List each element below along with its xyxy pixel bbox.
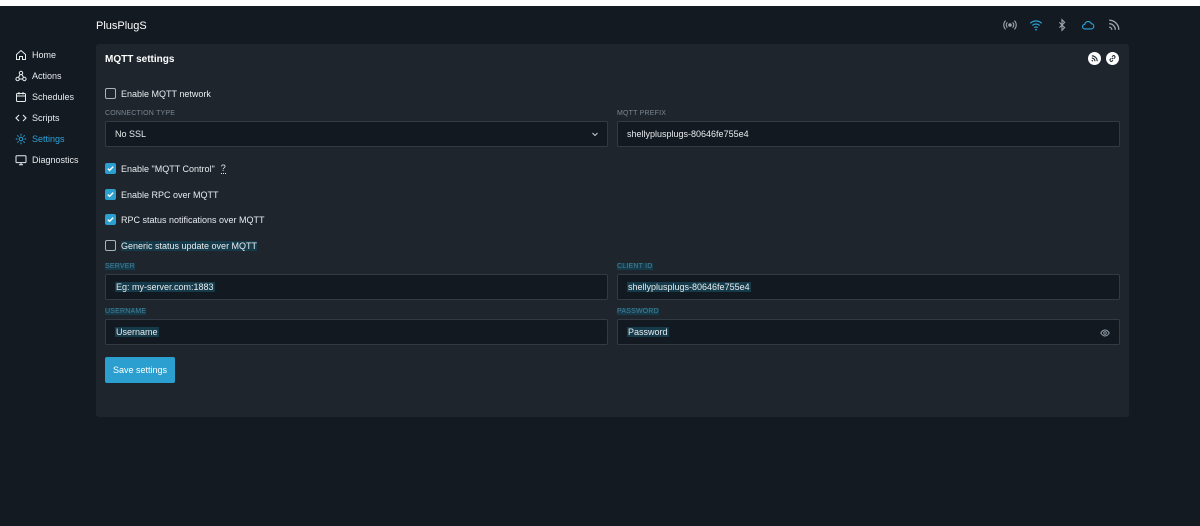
mqtt-link-button[interactable] xyxy=(1106,52,1119,65)
check-icon xyxy=(107,166,114,172)
sidebar-item-label: Schedules xyxy=(32,91,75,102)
connection-type-value: No SSL xyxy=(115,129,147,139)
client-id-value: shellyplusplugs-80646fe755e4 xyxy=(627,282,751,292)
sidebar-item-label: Actions xyxy=(32,70,62,81)
generic-status-label: Generic status update over MQTT xyxy=(121,240,258,251)
actions-icon xyxy=(14,69,27,82)
mqtt-control-help[interactable]: ? xyxy=(220,163,226,174)
username-placeholder: Username xyxy=(115,327,159,337)
chevron-down-icon xyxy=(592,132,598,137)
eye-icon[interactable] xyxy=(1100,328,1110,338)
check-icon xyxy=(107,217,114,223)
rss-icon xyxy=(1091,55,1098,62)
enable-rpc-checkbox[interactable] xyxy=(105,189,116,200)
sidebar-item-home[interactable]: Home xyxy=(14,44,90,65)
code-icon xyxy=(14,111,27,124)
save-settings-button[interactable]: Save settings xyxy=(105,357,175,383)
enable-mqtt-control-checkbox[interactable] xyxy=(105,163,116,174)
enable-rpc-row[interactable]: Enable RPC over MQTT xyxy=(105,189,219,200)
sidebar-item-scripts[interactable]: Scripts xyxy=(14,107,90,128)
enable-mqtt-label: Enable MQTT network xyxy=(121,88,211,99)
sidebar: Home Actions Schedules Scripts Settings … xyxy=(14,44,90,170)
sidebar-item-diagnostics[interactable]: Diagnostics xyxy=(14,149,90,170)
mqtt-feed-button[interactable] xyxy=(1088,52,1101,65)
sidebar-item-actions[interactable]: Actions xyxy=(14,65,90,86)
sidebar-item-settings[interactable]: Settings xyxy=(14,128,90,149)
client-id-input[interactable]: shellyplusplugs-80646fe755e4 xyxy=(617,274,1120,300)
sidebar-item-label: Settings xyxy=(32,133,65,144)
rpc-notifications-label: RPC status notifications over MQTT xyxy=(121,214,265,225)
link-icon xyxy=(1109,55,1116,62)
rpc-notifications-row[interactable]: RPC status notifications over MQTT xyxy=(105,214,265,225)
password-placeholder: Password xyxy=(627,327,669,337)
bluetooth-icon[interactable] xyxy=(1054,17,1070,33)
password-input[interactable]: Password xyxy=(617,319,1120,345)
calendar-icon xyxy=(14,90,27,103)
username-label: USERNAME xyxy=(105,308,147,315)
username-input[interactable]: Username xyxy=(105,319,608,345)
rss-icon[interactable] xyxy=(1106,17,1122,33)
sidebar-item-label: Scripts xyxy=(32,112,60,123)
server-placeholder: Eg: my-server.com:1883 xyxy=(115,282,215,292)
card-title: MQTT settings xyxy=(105,54,175,65)
generic-status-checkbox[interactable] xyxy=(105,240,116,251)
mqtt-prefix-value: shellyplusplugs-80646fe755e4 xyxy=(627,129,749,139)
mqtt-settings-card: MQTT settings Enable MQTT network CONNEC… xyxy=(96,44,1129,417)
client-id-label: CLIENT ID xyxy=(617,263,653,270)
enable-mqtt-row[interactable]: Enable MQTT network xyxy=(105,88,211,99)
gear-icon xyxy=(14,132,27,145)
enable-mqtt-control-label: Enable "MQTT Control" xyxy=(121,163,215,174)
monitor-icon xyxy=(14,153,27,166)
rpc-notifications-checkbox[interactable] xyxy=(105,214,116,225)
card-actions xyxy=(1088,52,1119,65)
server-input[interactable]: Eg: my-server.com:1883 xyxy=(105,274,608,300)
password-label: PASSWORD xyxy=(617,308,659,315)
wifi-icon[interactable] xyxy=(1028,17,1044,33)
enable-mqtt-checkbox[interactable] xyxy=(105,88,116,99)
check-icon xyxy=(107,192,114,198)
sidebar-item-label: Diagnostics xyxy=(32,154,79,165)
mqtt-prefix-input[interactable]: shellyplusplugs-80646fe755e4 xyxy=(617,121,1120,147)
generic-status-row[interactable]: Generic status update over MQTT xyxy=(105,240,258,251)
sidebar-item-schedules[interactable]: Schedules xyxy=(14,86,90,107)
enable-mqtt-control-row[interactable]: Enable "MQTT Control" ? xyxy=(105,163,226,174)
mqtt-prefix-label: MQTT PREFIX xyxy=(617,110,667,117)
top-edge xyxy=(0,0,1200,6)
home-icon xyxy=(14,48,27,61)
app-title: PlusPlugS xyxy=(96,20,147,32)
connection-type-label: CONNECTION TYPE xyxy=(105,110,176,117)
signal-icon[interactable] xyxy=(1002,17,1018,33)
status-icons xyxy=(1002,17,1122,33)
connection-type-select[interactable]: No SSL xyxy=(105,121,608,147)
enable-rpc-label: Enable RPC over MQTT xyxy=(121,189,219,200)
server-label: SERVER xyxy=(105,263,135,270)
sidebar-item-label: Home xyxy=(32,49,57,60)
cloud-icon[interactable] xyxy=(1080,17,1096,33)
